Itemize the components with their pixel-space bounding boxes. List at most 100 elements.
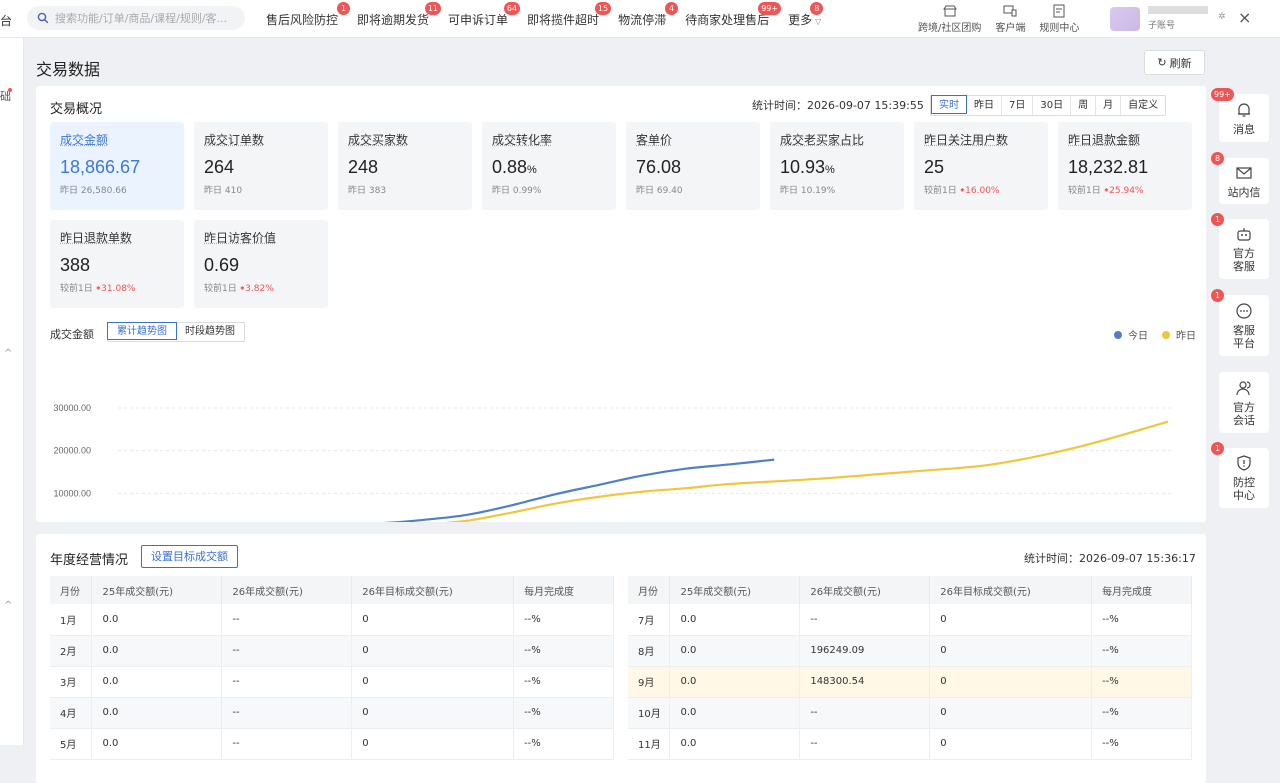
- y-tick-label: 10000.00: [53, 488, 91, 498]
- users-icon: [1236, 380, 1251, 395]
- account-menu[interactable]: 子账号: [1110, 6, 1208, 31]
- range-yesterday[interactable]: 昨日: [967, 96, 1002, 115]
- avatar: [1110, 6, 1140, 31]
- search-input[interactable]: [55, 11, 235, 25]
- metric-gmv[interactable]: 成交金额 18,866.67 昨日 26,580.66: [50, 122, 184, 210]
- tool-crossborder[interactable]: 跨境/社区团购: [918, 0, 981, 38]
- legend-label: 昨日: [1176, 331, 1196, 342]
- table-cell: 2月: [50, 635, 93, 667]
- nav-label: 即将逾期发货: [357, 12, 430, 27]
- metric-change: 31.08%: [101, 284, 136, 294]
- table-cell: 0.0: [669, 697, 801, 729]
- risk-center-button[interactable]: 1 防控中心: [1211, 442, 1269, 508]
- nav-pending-aftersale[interactable]: 待商家处理售后 99+: [685, 1, 782, 28]
- tool-client[interactable]: 客户端: [995, 0, 1025, 38]
- range-7d[interactable]: 7日: [1002, 96, 1034, 115]
- inbox-button[interactable]: 8 站内信: [1211, 152, 1269, 204]
- table-cell: 0: [351, 697, 515, 729]
- nav-badge: 64: [503, 1, 521, 15]
- set-target-button[interactable]: 设置目标成交额: [141, 545, 238, 568]
- left-sidebar-edge: 础 ^ ^: [0, 38, 24, 745]
- metric-label: 成交订单数: [204, 133, 265, 147]
- range-custom[interactable]: 自定义: [1121, 96, 1165, 115]
- table-cell: --%: [513, 604, 614, 636]
- table-row: 3月 0.0 -- 0 --%: [50, 666, 614, 698]
- table-row: 9月 0.0 148300.54 0 --%: [628, 666, 1192, 698]
- metric-label: 客单价: [636, 133, 673, 147]
- table-header-cell: 每月完成度: [1091, 576, 1192, 604]
- range-realtime[interactable]: 实时: [931, 95, 967, 114]
- series-line-today: [382, 458, 775, 522]
- table-cell: 9月: [628, 666, 671, 698]
- metric-label: 成交金额: [60, 133, 109, 147]
- table-cell: 0.0: [669, 666, 801, 698]
- metric-orders[interactable]: 成交订单数 264 昨日 410: [194, 122, 328, 210]
- nav-aftersale-risk[interactable]: 售后风险防控 1: [266, 1, 351, 28]
- metric-refund-orders[interactable]: 昨日退款单数 388 较前1日 🠹31.08%: [50, 220, 184, 308]
- tool-label: 规则中心: [1039, 23, 1080, 34]
- table-cell: 11月: [628, 728, 671, 760]
- message-button[interactable]: 99+ 消息: [1211, 88, 1269, 142]
- nav-pickup-timeout[interactable]: 即将揽件超时 15: [527, 1, 612, 28]
- table-cell: 0.0: [91, 635, 223, 667]
- table-header-row: 月份 25年成交额(元) 26年成交额(元) 26年目标成交额(元) 每月完成度: [50, 576, 614, 604]
- nav-logistics-stalled[interactable]: 物流停滞 4: [618, 1, 679, 28]
- mail-icon: [1236, 166, 1252, 179]
- range-week[interactable]: 周: [1071, 96, 1097, 115]
- nav-overdue-shipping[interactable]: 即将逾期发货 11: [357, 1, 442, 28]
- range-month[interactable]: 月: [1096, 96, 1122, 115]
- tool-label: 跨境/社区团购: [918, 23, 982, 34]
- metric-returning-buyers[interactable]: 成交老买家占比 10.93% 昨日 10.19%: [770, 122, 904, 210]
- y-tick-label: 20000.00: [53, 446, 91, 456]
- metric-number: 10.93: [780, 157, 826, 177]
- service-platform-button[interactable]: 1 客服平台: [1211, 289, 1269, 356]
- refresh-button[interactable]: ↻ 刷新: [1144, 50, 1205, 75]
- annual-stat-time: 统计时间：2026-09-07 15:36:17: [1024, 552, 1196, 565]
- table-header-cell: 25年成交额(元): [91, 576, 223, 604]
- table-cell: --%: [1091, 604, 1192, 636]
- tool-rules[interactable]: 规则中心: [1039, 0, 1079, 38]
- table-cell: 0: [351, 666, 515, 698]
- search-icon: [37, 12, 49, 24]
- metric-refund-amount[interactable]: 昨日退款金额 18,232.81 较前1日 🠹25.94%: [1058, 122, 1192, 210]
- official-service-button[interactable]: 1 官方客服: [1211, 213, 1269, 279]
- metric-conversion[interactable]: 成交转化率 0.88% 昨日 0.99%: [482, 122, 616, 210]
- table-cell: --: [799, 604, 931, 636]
- metric-buyers[interactable]: 成交买家数 248 昨日 383: [338, 122, 472, 210]
- robot-icon: [1237, 228, 1251, 241]
- table-cell: 7月: [628, 604, 671, 636]
- range-30d[interactable]: 30日: [1033, 96, 1072, 115]
- metric-change: 16.00%: [965, 186, 1000, 196]
- metric-number: 388: [60, 255, 91, 275]
- legend-yesterday[interactable]: 昨日: [1162, 327, 1196, 342]
- tab-cumulative[interactable]: 累计趋势图: [107, 322, 177, 340]
- chart-legend: 今日 昨日: [1100, 327, 1196, 342]
- collapse-icon[interactable]: ^: [4, 348, 12, 359]
- nav-label: 更多: [788, 12, 813, 27]
- notification-dot: [8, 88, 12, 92]
- tile-label: 防控中心: [1233, 476, 1255, 502]
- tab-hourly[interactable]: 时段趋势图: [176, 323, 244, 341]
- metric-sub: 较前1日 🠹3.82%: [204, 281, 318, 297]
- search-box[interactable]: [27, 6, 245, 30]
- table-header-row: 月份 25年成交额(元) 26年成交额(元) 26年目标成交额(元) 每月完成度: [628, 576, 1192, 604]
- metric-followers[interactable]: 昨日关注用户数 25 较前1日 🠹16.00%: [914, 122, 1048, 210]
- close-icon[interactable]: ×: [1238, 8, 1251, 27]
- chevron-down-icon: ▽: [815, 16, 822, 26]
- table-cell: --: [221, 635, 353, 667]
- table-cell: --%: [1091, 728, 1192, 760]
- table-cell: 0: [929, 697, 1093, 729]
- legend-today[interactable]: 今日: [1114, 327, 1148, 342]
- metric-avg-order[interactable]: 客单价 76.08 昨日 69.40: [626, 122, 760, 210]
- official-chat-button[interactable]: 官方会话: [1219, 372, 1269, 433]
- nav-appealable-orders[interactable]: 可申诉订单 64: [448, 1, 521, 28]
- table-cell: 0: [929, 635, 1093, 667]
- gear-icon[interactable]: ✲: [1218, 12, 1226, 22]
- collapse-icon[interactable]: ^: [4, 600, 12, 611]
- metric-number: 0.88: [492, 157, 528, 177]
- badge: 8: [1211, 152, 1224, 165]
- nav-badge: 4: [665, 1, 679, 15]
- table-header-cell: 月份: [50, 576, 93, 604]
- nav-more[interactable]: 更多 ▽ 8: [788, 1, 824, 28]
- metric-visitor-value[interactable]: 昨日访客价值 0.69 较前1日 🠹3.82%: [194, 220, 328, 308]
